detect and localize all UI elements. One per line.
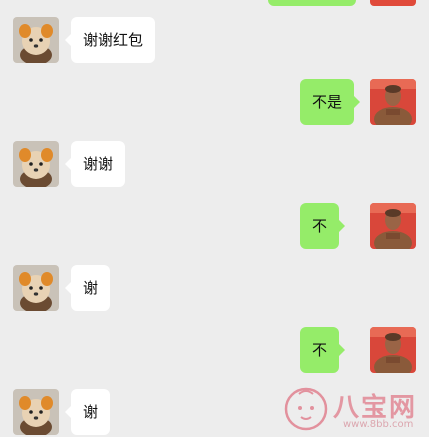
man-avatar[interactable] — [370, 79, 416, 125]
message-bubble-right[interactable]: 不 — [300, 327, 346, 373]
man-avatar[interactable] — [370, 203, 416, 249]
dog-avatar[interactable] — [13, 265, 59, 311]
watermark: 八宝网 www.8bb.com — [281, 383, 423, 435]
message-bubble-left[interactable]: 谢谢红包 — [64, 17, 156, 63]
dog-avatar[interactable] — [13, 17, 59, 63]
watermark-url: www.8bb.com — [343, 419, 414, 430]
message-bubble-left[interactable]: 谢 — [64, 389, 111, 435]
dog-avatar[interactable] — [13, 389, 59, 435]
message-text: 谢 — [83, 403, 99, 421]
man-avatar[interactable] — [370, 327, 416, 373]
message-bubble-right[interactable]: 不 — [300, 203, 346, 249]
message-text: 谢谢红包 — [83, 31, 144, 49]
message-text: 不是 — [312, 93, 343, 111]
dog-avatar[interactable] — [13, 141, 59, 187]
message-text: 不 — [312, 341, 328, 359]
chat-area: 谢谢红包 不是 谢谢 不 谢 不 谢 八宝网 www.8bb.com — [0, 0, 429, 437]
man-avatar[interactable] — [370, 0, 416, 6]
baby-face-logo-icon — [284, 387, 328, 431]
message-bubble-left[interactable]: 谢 — [64, 265, 111, 311]
message-text: 谢 — [83, 279, 99, 297]
cropped-message-bubble[interactable] — [268, 0, 356, 6]
message-bubble-left[interactable]: 谢谢 — [64, 141, 126, 187]
message-bubble-right[interactable]: 不是 — [300, 79, 361, 125]
message-text: 谢谢 — [83, 155, 114, 173]
message-text: 不 — [312, 217, 328, 235]
